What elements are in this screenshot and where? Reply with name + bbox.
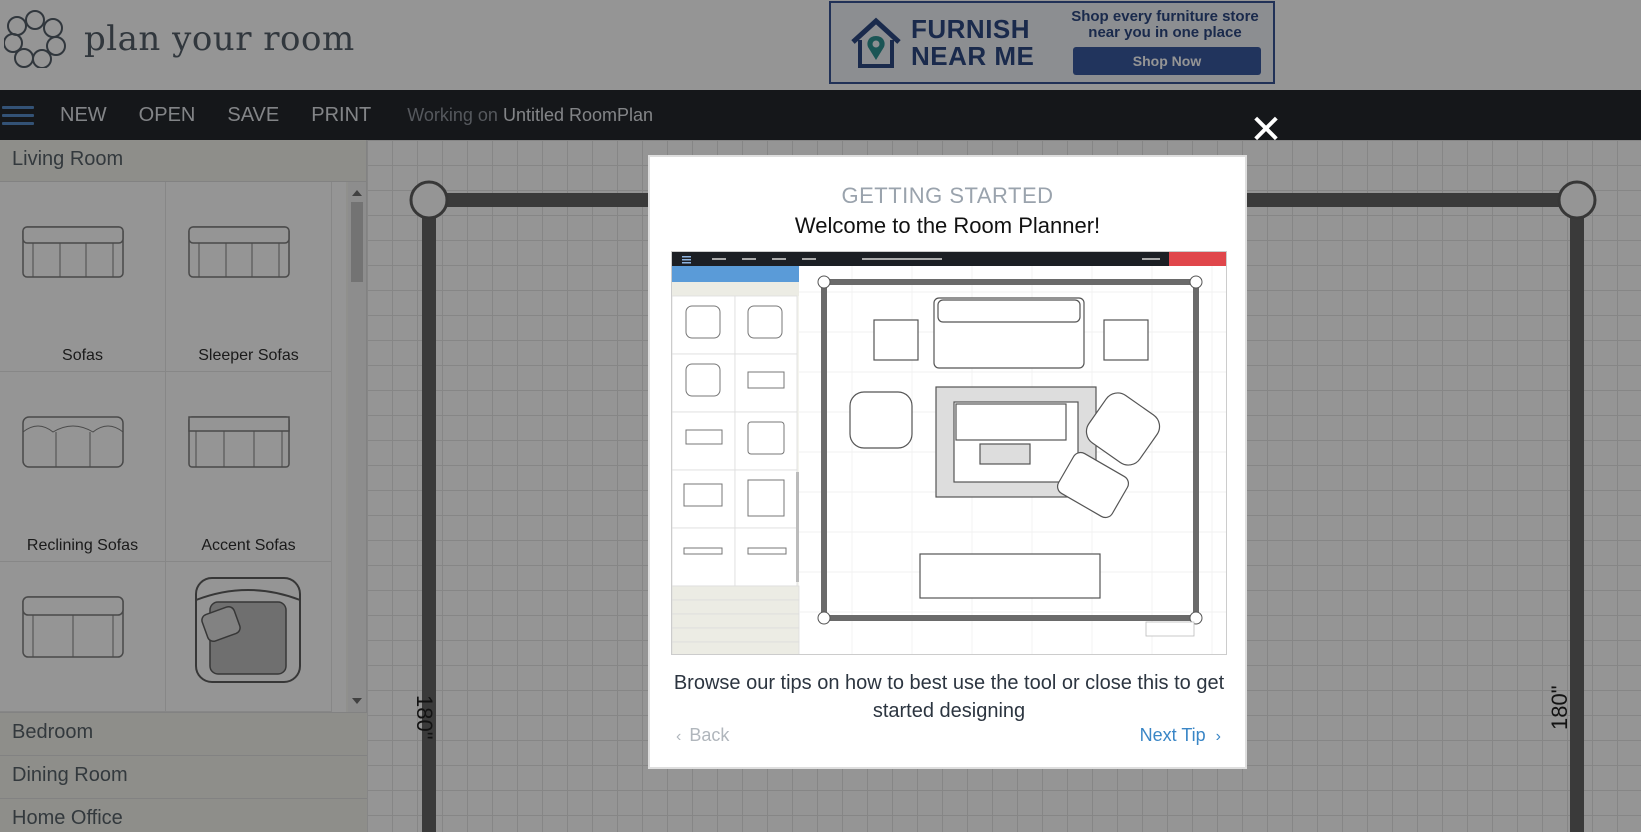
back-button[interactable]: ‹ Back (676, 725, 729, 746)
close-icon[interactable]: ✕ (1248, 110, 1284, 150)
chevron-left-icon: ‹ (676, 728, 682, 745)
dialog-subtitle: Welcome to the Room Planner! (794, 213, 1101, 238)
getting-started-dialog: GETTING STARTED Welcome to the Room Plan… (648, 155, 1247, 769)
dialog-title: GETTING STARTED (841, 183, 1054, 208)
next-tip-label: Next Tip (1139, 725, 1206, 745)
chevron-right-icon: › (1215, 728, 1221, 745)
back-label: Back (689, 725, 730, 745)
next-tip-button[interactable]: Next Tip › (1140, 725, 1221, 746)
tutorial-screenshot (671, 251, 1227, 655)
dialog-description: Browse our tips on how to best use the t… (673, 672, 1225, 722)
room-planner-preview-image (672, 252, 1226, 654)
